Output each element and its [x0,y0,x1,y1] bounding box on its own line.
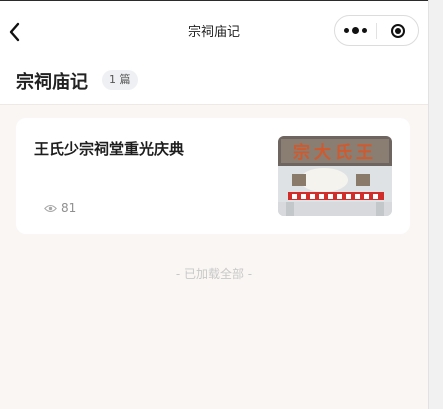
page-title: 宗祠庙记 [16,72,88,93]
navigation-bar: 宗祠庙记 [0,1,428,61]
miniprogram-capsule [334,15,419,46]
thumbnail-plaque-text: 宗大氏王 [293,142,377,163]
end-of-list-text: - 已加载全部 - [175,267,253,281]
eye-icon [44,204,57,212]
target-circle-icon [390,23,405,38]
view-count-number: 81 [61,201,77,215]
article-title: 王氏少宗祠堂重光庆典 [34,140,185,158]
article-card[interactable]: 王氏少宗祠堂重光庆典 81 宗大氏王 [16,118,410,234]
close-button[interactable] [377,16,418,45]
view-count: 81 [44,201,76,215]
count-badge: 1 篇 [102,70,138,90]
article-thumbnail: 宗大氏王 [278,136,392,216]
page-header: 宗祠庙记 1 篇 [0,61,428,105]
more-button[interactable] [335,16,376,45]
app-viewport: 宗祠庙记 宗祠庙记 1 篇 王氏少宗祠堂重光庆典 81 宗大氏王 - 已加载全部… [0,0,428,409]
scrollbar-track[interactable] [428,0,443,409]
more-dots-icon [344,27,367,34]
